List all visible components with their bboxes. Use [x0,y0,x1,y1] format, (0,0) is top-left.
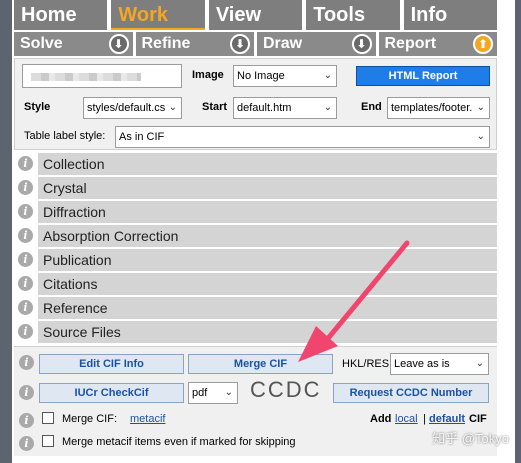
section-diffraction[interactable]: i Diffraction [14,201,497,223]
info-icon[interactable]: i [19,413,34,428]
info-icon[interactable]: i [19,355,34,370]
hkl-res-value: Leave as is [394,358,450,370]
chevron-down-icon: ⌄ [168,102,177,113]
tab-work[interactable]: Work [111,0,206,30]
report-settings-panel: Image No Image ⌄ HTML Report Style styles… [14,58,497,150]
filename-field[interactable] [22,64,182,88]
section-source-files[interactable]: i Source Files [14,321,497,343]
start-label: Start [202,101,228,113]
info-icon[interactable]: i [19,436,34,451]
info-icon[interactable]: i [19,385,34,400]
merge-metacif-label: Merge metacif items even if marked for s… [62,436,296,448]
local-link[interactable]: local [395,413,418,425]
section-absorption-correction[interactable]: i Absorption Correction [14,225,497,247]
subnav-refine[interactable]: Refine ⬇ [135,32,254,56]
info-icon[interactable]: i [18,276,33,291]
sub-nav: Solve ⬇ Refine ⬇ Draw ⬇ Report ⬆ [14,32,497,56]
format-select[interactable]: pdf ⌄ [188,382,238,404]
subnav-draw-label: Draw [263,35,303,52]
start-select-value: default.htm [237,102,292,114]
chevron-down-icon: ⌄ [323,102,332,113]
section-reference[interactable]: i Reference [14,297,497,319]
subnav-draw[interactable]: Draw ⬇ [257,32,376,56]
subnav-refine-label: Refine [141,35,191,52]
info-icon[interactable]: i [18,228,33,243]
table-label-style-value: As in CIF [119,131,165,143]
image-select[interactable]: No Image ⌄ [233,65,337,87]
info-icon[interactable]: i [18,324,33,339]
merge-metacif-checkbox[interactable] [42,435,54,447]
iucr-checkcif-button[interactable]: IUCr CheckCif [39,383,184,403]
report-sections: i Collection i Crystal i Diffraction i Absor… [14,153,497,345]
image-select-value: No Image [237,70,285,82]
tab-tools[interactable]: Tools [306,0,400,30]
style-select-value: styles/default.cs [87,102,166,114]
watermark: 知乎 @Tokyo [432,431,509,446]
info-icon[interactable]: i [18,180,33,195]
top-nav: Home Work View Tools Info [14,0,498,30]
style-select[interactable]: styles/default.cs ⌄ [83,97,182,119]
info-icon[interactable]: i [18,156,33,171]
info-icon[interactable]: i [18,300,33,315]
add-label: Add [370,413,392,425]
tab-info[interactable]: Info [403,0,498,30]
section-label[interactable]: Publication [38,249,497,271]
start-select[interactable]: default.htm ⌄ [233,97,337,119]
table-label-style-select[interactable]: As in CIF ⌄ [115,126,490,148]
section-citations[interactable]: i Citations [14,273,497,295]
section-label[interactable]: Diffraction [38,201,497,223]
edit-cif-info-button[interactable]: Edit CIF Info [39,354,184,374]
separator: | [423,413,426,425]
merge-cif-check-label: Merge CIF: [62,413,118,425]
section-label[interactable]: Crystal [38,177,497,199]
format-value: pdf [192,387,208,399]
section-crystal[interactable]: i Crystal [14,177,497,199]
image-label: Image [192,69,224,81]
section-label[interactable]: Collection [38,153,497,175]
merge-cif-checkbox[interactable] [42,412,54,424]
hkl-res-select[interactable]: Leave as is ⌄ [390,353,489,375]
blurred-filename [31,73,141,81]
section-collection[interactable]: i Collection [14,153,497,175]
subnav-report[interactable]: Report ⬆ [378,32,497,56]
cif-label: CIF [469,413,487,425]
merge-cif-button[interactable]: Merge CIF [188,354,333,374]
request-ccdc-number-button[interactable]: Request CCDC Number [333,383,489,403]
chevron-down-icon[interactable]: ⬇ [108,34,129,54]
table-label-style-label: Table label style: [24,130,106,142]
chevron-up-icon[interactable]: ⬆ [473,34,493,54]
default-link[interactable]: default [429,413,465,425]
section-label[interactable]: Absorption Correction [38,225,497,247]
chevron-down-icon: ⌄ [476,102,485,113]
html-report-button[interactable]: HTML Report [356,66,490,86]
ccdc-logo: CCDC [250,377,322,402]
metacif-link[interactable]: metacif [130,413,165,425]
section-label[interactable]: Reference [38,297,497,319]
section-label[interactable]: Citations [38,273,497,295]
subnav-report-label: Report [384,35,437,52]
end-select-value: templates/footer. [391,102,473,114]
chevron-down-icon: ⌄ [475,358,484,369]
chevron-down-icon: ⌄ [224,387,233,398]
hkl-res-label: HKL/RES [342,358,390,370]
end-label: End [361,101,382,113]
info-icon[interactable]: i [18,204,33,219]
style-label: Style [24,101,51,113]
subnav-solve[interactable]: Solve ⬇ [14,32,133,56]
tab-home[interactable]: Home [14,0,108,30]
chevron-down-icon: ⌄ [323,70,332,81]
section-publication[interactable]: i Publication [14,249,497,271]
chevron-down-icon: ⌄ [476,131,485,142]
chevron-down-icon[interactable]: ⬇ [351,34,372,54]
info-icon[interactable]: i [18,252,33,267]
subnav-solve-label: Solve [20,35,63,52]
end-select[interactable]: templates/footer. ⌄ [387,97,490,119]
tab-view[interactable]: View [208,0,303,30]
chevron-down-icon[interactable]: ⬇ [230,34,250,54]
section-label[interactable]: Source Files [38,321,497,343]
report-actions-panel: i Edit CIF Info Merge CIF HKL/RES Leave … [14,346,497,456]
